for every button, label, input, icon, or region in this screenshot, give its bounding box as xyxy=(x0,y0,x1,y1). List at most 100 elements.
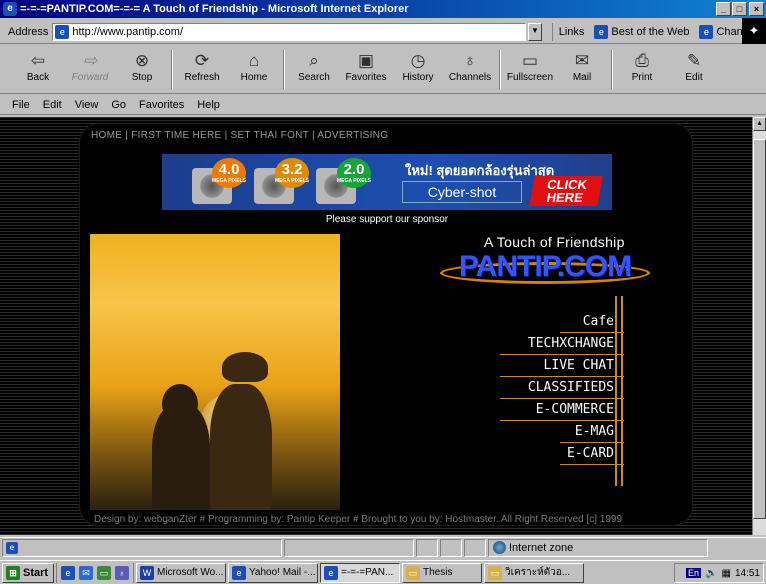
desktop-icon[interactable]: ▭ xyxy=(97,565,111,580)
nav-live-chat[interactable]: LIVE CHAT xyxy=(500,356,624,378)
nav-e-mag[interactable]: E-MAG xyxy=(500,422,624,444)
forward-button[interactable]: ⇨ Forward xyxy=(64,46,116,83)
network-icon[interactable]: ▦ xyxy=(722,568,731,579)
search-button[interactable]: ⌕ Search xyxy=(288,46,340,83)
taskbar-task-button[interactable]: W Microsoft Wo... xyxy=(136,562,226,583)
windows-taskbar: ⊞ Start e ✉ ▭ ♁ W Microsoft Wo... e Yahoo! … xyxy=(0,560,766,584)
task-label: Yahoo! Mail -... xyxy=(249,567,316,578)
ie-icon: e xyxy=(3,2,17,16)
status-cell xyxy=(416,538,438,557)
nav-e-commerce[interactable]: E-COMMERCE xyxy=(500,400,624,422)
security-zone[interactable]: Internet zone xyxy=(488,538,708,557)
section-menu: Cafe TECHXCHANGE LIVE CHAT CLASSIFIEDS E… xyxy=(500,312,624,466)
fullscreen-button[interactable]: ▭ Fullscreen xyxy=(504,46,556,83)
taskbar-task-button[interactable]: ▭ Thesis xyxy=(402,562,482,583)
back-button[interactable]: ⇦ Back xyxy=(12,46,64,83)
maximize-button[interactable]: □ xyxy=(732,2,747,16)
history-icon: ◷ xyxy=(410,51,426,70)
menu-file[interactable]: File xyxy=(12,99,30,111)
address-dropdown-button[interactable]: ▼ xyxy=(528,22,542,41)
channels-button[interactable]: ♁ Channels xyxy=(444,46,496,83)
sponsor-banner[interactable]: 4.0 MEGA PIXELS 3.2 MEGA PIXELS 2.0 MEGA PI… xyxy=(162,154,612,210)
status-cell xyxy=(440,538,462,557)
taskbar-task-button[interactable]: e =-=-=PAN... xyxy=(320,562,400,583)
history-button[interactable]: ◷ History xyxy=(392,46,444,83)
menu-favorites[interactable]: Favorites xyxy=(139,99,184,111)
nav-cafe[interactable]: Cafe xyxy=(500,312,624,334)
status-cell xyxy=(464,538,486,557)
print-button[interactable]: ⎙ Print xyxy=(616,46,668,83)
banner-click-here[interactable]: CLICK HERE xyxy=(529,176,603,206)
task-label: =-=-=PAN... xyxy=(341,567,394,578)
mail-icon: ✉ xyxy=(574,51,590,70)
minimize-button[interactable]: _ xyxy=(716,2,731,16)
start-button[interactable]: ⊞ Start xyxy=(2,562,54,583)
links-label: Links xyxy=(558,25,585,38)
edit-button[interactable]: ✎ Edit xyxy=(668,46,720,83)
clock[interactable]: 14:51 xyxy=(735,568,760,579)
task-app-icon: ▭ xyxy=(488,565,502,580)
stop-icon: ⊗ xyxy=(134,51,150,70)
links-bar: Links eBest of the Web eChannel ▸ xyxy=(551,22,766,41)
menu-edit[interactable]: Edit xyxy=(43,99,62,111)
megapixel-badge: 4.0 MEGA PIXELS xyxy=(212,158,246,188)
status-progress xyxy=(284,538,414,557)
home-button[interactable]: ⌂ Home xyxy=(228,46,280,83)
ie-throbber-icon: ✦ xyxy=(742,18,766,44)
toolbar-label: Channels xyxy=(448,72,492,83)
menu-go[interactable]: Go xyxy=(111,99,126,111)
ie-icon[interactable]: e xyxy=(61,565,75,580)
toolbar-label: Home xyxy=(240,72,268,83)
toolbar-label: Favorites xyxy=(345,72,387,83)
toolbar-label: Forward xyxy=(71,72,109,83)
toolbar-separator xyxy=(171,50,173,90)
search-icon: ⌕ xyxy=(309,51,319,70)
address-url: http://www.pantip.com/ xyxy=(72,25,184,38)
link-best-of-the-web[interactable]: e Best of the Web xyxy=(594,24,689,39)
channels-icon[interactable]: ♁ xyxy=(115,565,129,580)
windows-logo-icon: ⊞ xyxy=(6,565,20,580)
outlook-icon[interactable]: ✉ xyxy=(79,565,93,580)
page-icon: e xyxy=(55,24,70,39)
zone-label: Internet zone xyxy=(509,541,574,554)
scroll-up-icon[interactable]: ▲ xyxy=(753,117,766,131)
taskbar-task-button[interactable]: ▭ วิเคราะห์ตัวอ... xyxy=(484,562,584,583)
refresh-button[interactable]: ⟳ Refresh xyxy=(176,46,228,83)
top-nav[interactable]: HOME | FIRST TIME HERE | SET THAI FONT |… xyxy=(91,130,388,141)
menu-view[interactable]: View xyxy=(75,99,99,111)
toolbar-label: Mail xyxy=(572,72,592,83)
nav-classifieds[interactable]: CLASSIFIEDS xyxy=(500,378,624,400)
page-footer: Design by: webganZter # Programming by: … xyxy=(94,514,623,525)
mail-button[interactable]: ✉ Mail xyxy=(556,46,608,83)
taskbar-task-button[interactable]: e Yahoo! Mail -... xyxy=(228,562,318,583)
close-button[interactable]: × xyxy=(749,2,764,16)
stop-button[interactable]: ⊗ Stop xyxy=(116,46,168,83)
toolbar-label: Fullscreen xyxy=(506,72,554,83)
pantip-logo[interactable]: PANTIP.COM xyxy=(440,248,650,294)
task-app-icon: e xyxy=(324,565,338,580)
nav-techxchange[interactable]: TECHXCHANGE xyxy=(500,334,624,356)
toolbar-label: History xyxy=(402,72,434,83)
toolbar-separator xyxy=(499,50,501,90)
vertical-scrollbar[interactable]: ▲ xyxy=(752,117,766,535)
refresh-icon: ⟳ xyxy=(194,51,210,70)
speaker-icon[interactable]: 🔈 xyxy=(705,568,717,579)
page-icon: e xyxy=(6,541,18,554)
logo-text: PANTIP.COM xyxy=(458,250,632,283)
language-indicator[interactable]: En xyxy=(686,568,702,578)
fullscreen-icon: ▭ xyxy=(521,51,539,70)
pantip-panel: HOME | FIRST TIME HERE | SET THAI FONT |… xyxy=(79,123,693,526)
task-app-icon: e xyxy=(232,565,246,580)
menu-help[interactable]: Help xyxy=(197,99,220,111)
address-input[interactable]: e http://www.pantip.com/ xyxy=(52,22,527,41)
toolbar-label: Print xyxy=(631,72,653,83)
page-icon: e xyxy=(594,24,609,39)
task-label: Microsoft Wo... xyxy=(157,567,224,578)
favorites-button[interactable]: ▣ Favorites xyxy=(340,46,392,83)
window-title: =-=-=PANTIP.COM=-=-= A Touch of Friendsh… xyxy=(20,3,409,15)
address-label: Address xyxy=(8,25,49,38)
favorites-icon: ▣ xyxy=(357,51,375,70)
nav-e-card[interactable]: E-CARD xyxy=(500,444,624,466)
title-bar[interactable]: e =-=-=PANTIP.COM=-=-= A Touch of Friend… xyxy=(0,0,766,18)
scroll-thumb[interactable] xyxy=(753,139,766,519)
